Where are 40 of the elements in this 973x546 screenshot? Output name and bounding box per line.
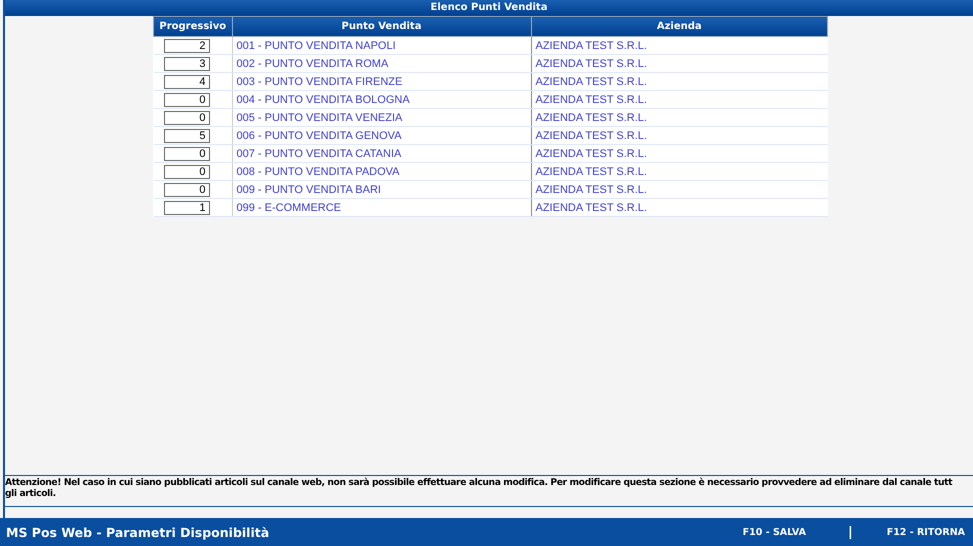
store-cell: 004 - PUNTO VENDITA BOLOGNA <box>232 90 531 108</box>
store-cell: 009 - PUNTO VENDITA BARI <box>232 180 531 198</box>
store-cell: 006 - PUNTO VENDITA GENOVA <box>232 126 531 144</box>
column-header: Progressivo <box>154 16 232 36</box>
progressive-field[interactable]: 0 <box>164 146 210 160</box>
page-title: Elenco Punti Vendita <box>5 0 973 16</box>
company-cell: AZIENDA TEST S.R.L. <box>531 126 828 144</box>
progressive-field[interactable]: 4 <box>164 74 210 88</box>
warning-text: gli articoli. <box>5 488 57 499</box>
progressive-field[interactable]: 2 <box>164 38 210 52</box>
progressive-field[interactable]: 0 <box>164 110 210 124</box>
store-cell: 008 - PUNTO VENDITA PADOVA <box>232 162 531 180</box>
company-cell: AZIENDA TEST S.R.L. <box>531 54 828 72</box>
company-cell: AZIENDA TEST S.R.L. <box>531 90 828 108</box>
store-cell: 003 - PUNTO VENDITA FIRENZE <box>232 72 531 90</box>
column-header: Azienda <box>531 16 828 36</box>
company-cell: AZIENDA TEST S.R.L. <box>531 162 828 180</box>
company-cell: AZIENDA TEST S.R.L. <box>531 180 828 198</box>
progressive-field[interactable]: 3 <box>164 56 210 70</box>
store-cell: 002 - PUNTO VENDITA ROMA <box>232 54 531 72</box>
store-cell: 005 - PUNTO VENDITA VENEZIA <box>232 108 531 126</box>
column-header: Punto Vendita <box>232 16 531 36</box>
progressive-field[interactable]: 5 <box>164 128 210 142</box>
store-cell: 099 - E-COMMERCE <box>232 198 531 216</box>
app-title: MS Pos Web - Parametri Disponibilità <box>6 524 270 540</box>
progressive-field[interactable]: 1 <box>164 200 210 214</box>
function-key-link[interactable]: F12 - RITORNA <box>886 526 965 538</box>
store-cell: 001 - PUNTO VENDITA NAPOLI <box>232 36 531 54</box>
company-cell: AZIENDA TEST S.R.L. <box>531 198 828 216</box>
company-cell: AZIENDA TEST S.R.L. <box>531 36 828 54</box>
progressive-field[interactable]: 0 <box>164 182 210 196</box>
store-cell: 007 - PUNTO VENDITA CATANIA <box>232 144 531 162</box>
company-cell: AZIENDA TEST S.R.L. <box>531 144 828 162</box>
company-cell: AZIENDA TEST S.R.L. <box>531 72 828 90</box>
function-key-link[interactable]: F10 - SALVA <box>742 526 806 538</box>
separator-text: | <box>848 524 853 540</box>
company-cell: AZIENDA TEST S.R.L. <box>531 108 828 126</box>
progressive-field[interactable]: 0 <box>164 164 210 178</box>
progressive-field[interactable]: 0 <box>164 92 210 106</box>
warning-text: Attenzione! Nel caso in cui siano pubblicati articoli sul canale web, non sarà possibile effettuare alcuna modifica. Per modificare questa sezione è necessario provvedere ad eliminare dal canale tutt <box>5 477 954 488</box>
